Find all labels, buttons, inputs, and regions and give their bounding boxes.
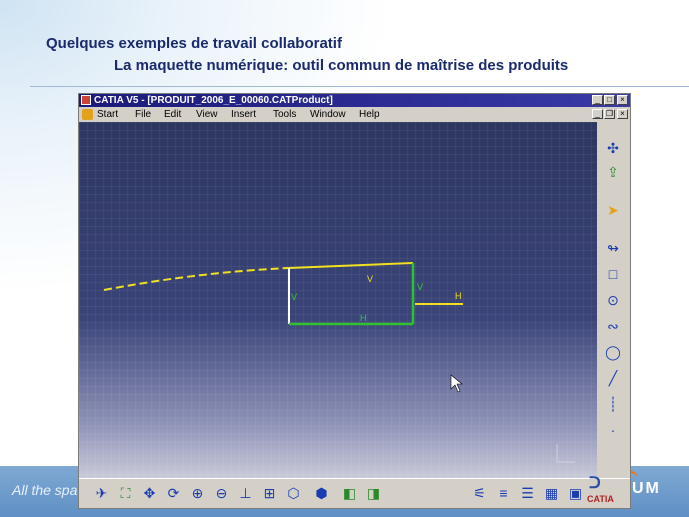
constraint-v-left: V — [291, 292, 297, 302]
minimize-button[interactable]: _ — [592, 95, 603, 105]
sketch-geometry: V V V H H — [103, 262, 575, 463]
circle-icon[interactable]: ⊙ — [605, 292, 621, 308]
zoom-in-icon[interactable]: ⊕ — [189, 485, 206, 502]
swap-space-icon[interactable]: ◨ — [365, 485, 382, 502]
axis-triad-icon — [556, 444, 575, 463]
maximize-button[interactable]: □ — [604, 95, 615, 105]
bottom-toolbar: ✈ ⛶ ✥ ⟳ ⊕ ⊖ ⊥ ⊞ ⬡ ⬢ ◧ ◨ ⚟ ≡ ☰ ▦ ▣ ᑐ CATI… — [79, 475, 630, 508]
menu-edit[interactable]: Edit — [164, 108, 181, 121]
constraint-icon[interactable]: ⚟ — [471, 485, 488, 502]
ellipse-icon[interactable]: ◯ — [605, 344, 621, 360]
menu-insert[interactable]: Insert — [231, 108, 256, 121]
slide-subtitle: La maquette numérique: outil commun de m… — [114, 57, 569, 74]
fit-all-icon[interactable]: ⛶ — [117, 485, 134, 502]
footer-tagline: All the spac — [12, 482, 85, 498]
measure-icon[interactable]: ≡ — [495, 485, 512, 502]
constraint-h-bottom: H — [360, 313, 367, 323]
point-icon[interactable]: · — [605, 422, 621, 438]
menu-window[interactable]: Window — [310, 108, 346, 121]
compass-icon[interactable]: ✣ — [605, 140, 621, 156]
hide-show-icon[interactable]: ◧ — [341, 485, 358, 502]
title-divider — [30, 86, 689, 87]
shading-icon[interactable]: ⬢ — [313, 485, 330, 502]
close-button[interactable]: × — [617, 95, 628, 105]
stack-icon[interactable]: ☰ — [519, 485, 536, 502]
constraint-h-axis: H — [455, 291, 462, 301]
multi-view-icon[interactable]: ⊞ — [261, 485, 278, 502]
profile-icon[interactable]: ↬ — [605, 240, 621, 256]
window-title: CATIA V5 - [PRODUIT_2006_E_00060.CATProd… — [94, 95, 333, 106]
zoom-out-icon[interactable]: ⊖ — [213, 485, 230, 502]
constraint-v-top: V — [367, 274, 373, 284]
doc-minimize-button[interactable]: _ — [592, 109, 603, 119]
right-toolbar: ✣ ⇪ ➤ ↬ □ ⊙ ∾ ◯ ╱ ┊ · — [597, 122, 630, 478]
mouse-cursor-icon — [450, 374, 463, 393]
iso-view-icon[interactable]: ⬡ — [285, 485, 302, 502]
catia-doc-icon[interactable] — [82, 109, 93, 120]
constraint-v-right: V — [417, 282, 423, 292]
footer-logo: UM — [632, 480, 661, 497]
spline-icon[interactable]: ∾ — [605, 318, 621, 334]
catia-app-icon[interactable] — [81, 95, 91, 105]
sketch-viewport[interactable]: V V V H H — [79, 122, 597, 478]
menu-help[interactable]: Help — [359, 108, 380, 121]
window-titlebar[interactable]: CATIA V5 - [PRODUIT_2006_E_00060.CATProd… — [79, 94, 630, 107]
window-icon[interactable]: ▣ — [567, 485, 584, 502]
catia-brand: CATIA — [587, 494, 614, 504]
doc-close-button[interactable]: × — [617, 109, 628, 119]
menu-view[interactable]: View — [196, 108, 218, 121]
axis-icon[interactable]: ┊ — [605, 396, 621, 412]
menu-file[interactable]: File — [135, 108, 151, 121]
table-icon[interactable]: ▦ — [543, 485, 560, 502]
menu-bar: Start File Edit View Insert Tools Window… — [79, 107, 630, 122]
line-icon[interactable]: ╱ — [605, 370, 621, 386]
doc-restore-button[interactable]: ❐ — [604, 109, 615, 119]
normal-view-icon[interactable]: ⊥ — [237, 485, 254, 502]
catia-window: CATIA V5 - [PRODUIT_2006_E_00060.CATProd… — [79, 94, 630, 508]
rotate-icon[interactable]: ⟳ — [165, 485, 182, 502]
rectangle-icon[interactable]: □ — [605, 266, 621, 282]
dassault-logo-icon: ᑐ — [589, 475, 601, 492]
fly-mode-icon[interactable]: ✈ — [93, 485, 110, 502]
pan-icon[interactable]: ✥ — [141, 485, 158, 502]
exit-workbench-icon[interactable]: ⇪ — [605, 164, 621, 180]
menu-tools[interactable]: Tools — [273, 108, 296, 121]
construction-curve[interactable] — [103, 267, 290, 291]
slide-title: Quelques exemples de travail collaborati… — [46, 35, 342, 52]
profile-top-line[interactable] — [288, 262, 414, 269]
select-arrow-icon[interactable]: ➤ — [605, 202, 621, 218]
menu-start[interactable]: Start — [97, 108, 118, 121]
